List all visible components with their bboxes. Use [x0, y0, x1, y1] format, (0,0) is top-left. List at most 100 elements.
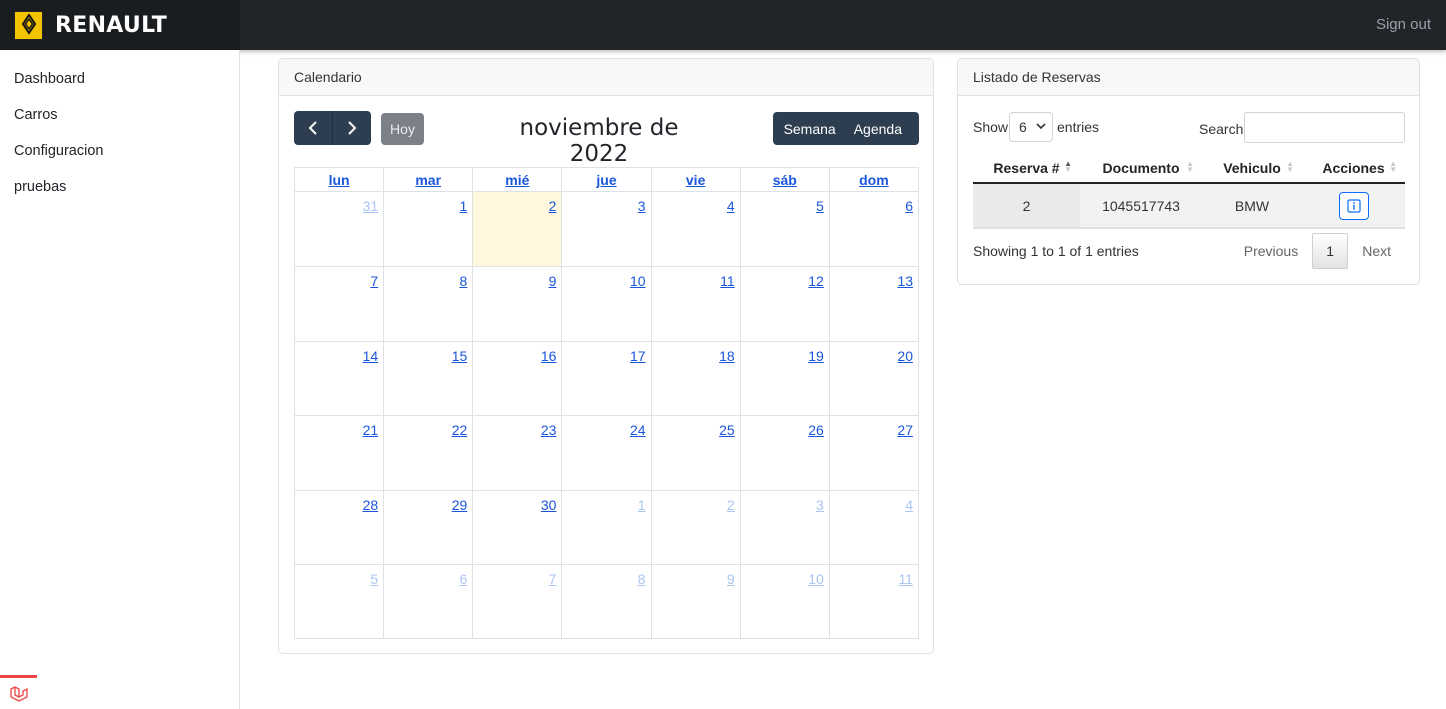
calendar-day-cell[interactable]: 16 [472, 341, 561, 416]
calendar-day-cell[interactable]: 20 [828, 341, 918, 416]
weekday-fri[interactable]: vie [650, 168, 740, 191]
calendar-day-cell[interactable]: 4 [650, 192, 740, 267]
calendar-day-cell[interactable]: 1 [561, 490, 650, 564]
calendar-day-number[interactable]: 26 [808, 422, 824, 438]
calendar-day-number[interactable]: 28 [363, 497, 379, 513]
calendar-day-number[interactable]: 27 [897, 422, 913, 438]
calendar-day-cell[interactable]: 9 [472, 267, 561, 341]
brand[interactable]: RENAULT [0, 0, 240, 50]
calendar-day-number[interactable]: 4 [905, 497, 913, 513]
weekday-sun[interactable]: dom [828, 168, 918, 191]
calendar-day-number[interactable]: 18 [719, 348, 735, 364]
calendar-day-number[interactable]: 31 [363, 198, 379, 214]
calendar-day-cell[interactable]: 26 [739, 416, 829, 490]
calendar-day-cell[interactable]: 10 [739, 564, 829, 639]
column-header-vehiculo[interactable]: Vehiculo ▲ ▼ [1202, 153, 1302, 184]
calendar-day-number[interactable]: 10 [808, 571, 824, 587]
agenda-view-button[interactable]: Agenda [845, 121, 911, 137]
calendar-day-number[interactable]: 12 [808, 273, 824, 289]
calendar-day-cell[interactable]: 19 [739, 341, 829, 416]
calendar-day-number[interactable]: 6 [905, 198, 913, 214]
calendar-day-number[interactable]: 9 [727, 571, 735, 587]
calendar-day-cell[interactable]: 17 [561, 341, 650, 416]
sidebar-item-carros[interactable]: Carros [0, 100, 239, 136]
calendar-day-cell[interactable]: 27 [828, 416, 918, 490]
calendar-day-cell[interactable]: 3 [561, 192, 650, 267]
laravel-icon[interactable] [0, 675, 37, 709]
calendar-day-cell[interactable]: 6 [383, 564, 472, 639]
calendar-day-cell[interactable]: 8 [561, 564, 650, 639]
calendar-day-number[interactable]: 30 [541, 497, 557, 513]
calendar-day-number[interactable]: 21 [363, 422, 379, 438]
calendar-day-cell[interactable]: 6 [828, 192, 918, 267]
calendar-day-number[interactable]: 16 [541, 348, 557, 364]
weekday-wed[interactable]: mié [472, 168, 561, 191]
weekday-sat[interactable]: sáb [739, 168, 829, 191]
calendar-day-number[interactable]: 8 [638, 571, 646, 587]
calendar-day-number[interactable]: 19 [808, 348, 824, 364]
info-button[interactable] [1338, 191, 1369, 220]
weekday-thu[interactable]: jue [561, 168, 650, 191]
prev-month-button[interactable] [294, 111, 332, 145]
calendar-day-cell[interactable]: 3 [739, 490, 829, 564]
sidebar-item-configuracion[interactable]: Configuracion [0, 136, 239, 172]
calendar-day-number[interactable]: 5 [816, 198, 824, 214]
calendar-day-cell[interactable]: 7 [472, 564, 561, 639]
column-header-reserva[interactable]: Reserva # ▲ ▼ [973, 153, 1080, 184]
calendar-day-cell[interactable]: 14 [295, 342, 383, 415]
calendar-day-today[interactable]: 2 [472, 192, 562, 267]
column-header-documento[interactable]: Documento ▲ ▼ [1080, 153, 1202, 184]
calendar-day-number[interactable]: 2 [549, 198, 557, 214]
sidebar-item-pruebas[interactable]: pruebas [0, 172, 239, 208]
calendar-day-cell[interactable]: 12 [739, 267, 829, 341]
calendar-day-cell[interactable]: 24 [561, 416, 650, 490]
calendar-day-number[interactable]: 2 [727, 497, 735, 513]
calendar-day-cell[interactable]: 7 [295, 267, 383, 340]
calendar-day-number[interactable]: 10 [630, 273, 646, 289]
calendar-day-number[interactable]: 6 [459, 571, 467, 587]
calendar-day-number[interactable]: 20 [897, 348, 913, 364]
calendar-day-cell[interactable]: 2 [650, 490, 740, 564]
calendar-day-number[interactable]: 11 [898, 571, 913, 587]
calendar-day-cell[interactable]: 5 [295, 565, 383, 638]
calendar-day-cell[interactable]: 8 [383, 267, 472, 341]
calendar-day-cell[interactable]: 11 [828, 564, 918, 639]
calendar-day-cell[interactable]: 10 [561, 267, 650, 341]
calendar-day-number[interactable]: 11 [720, 273, 735, 289]
calendar-day-number[interactable]: 9 [549, 273, 557, 289]
calendar-day-cell[interactable]: 25 [650, 416, 740, 490]
calendar-day-cell[interactable]: 1 [383, 192, 472, 267]
calendar-day-number[interactable]: 14 [363, 348, 379, 364]
next-month-button[interactable] [332, 111, 370, 145]
calendar-day-cell[interactable]: 23 [472, 416, 561, 490]
page-1-button[interactable]: 1 [1312, 233, 1349, 269]
week-view-button[interactable]: Semana [775, 121, 845, 137]
calendar-day-cell[interactable]: 18 [650, 341, 740, 416]
today-button[interactable]: Hoy [381, 113, 424, 145]
calendar-day-number[interactable]: 25 [719, 422, 735, 438]
calendar-day-number[interactable]: 3 [638, 198, 646, 214]
calendar-day-number[interactable]: 24 [630, 422, 646, 438]
column-header-acciones[interactable]: Acciones ▲ ▼ [1302, 153, 1405, 184]
calendar-day-number[interactable]: 4 [727, 198, 735, 214]
calendar-day-cell[interactable]: 28 [295, 491, 383, 564]
calendar-day-number[interactable]: 15 [452, 348, 468, 364]
previous-page-button[interactable]: Previous [1230, 233, 1312, 269]
calendar-day-cell[interactable]: 22 [383, 416, 472, 490]
calendar-day-cell[interactable]: 29 [383, 490, 472, 564]
calendar-day-cell[interactable]: 31 [295, 192, 383, 266]
calendar-day-number[interactable]: 8 [459, 273, 467, 289]
calendar-day-number[interactable]: 7 [549, 571, 557, 587]
calendar-day-number[interactable]: 13 [897, 273, 913, 289]
calendar-day-number[interactable]: 5 [370, 571, 378, 587]
calendar-day-number[interactable]: 1 [638, 497, 646, 513]
next-page-button[interactable]: Next [1348, 233, 1405, 269]
calendar-day-number[interactable]: 3 [816, 497, 824, 513]
calendar-day-cell[interactable]: 30 [472, 490, 561, 564]
calendar-day-cell[interactable]: 9 [650, 564, 740, 639]
calendar-day-number[interactable]: 7 [370, 273, 378, 289]
sign-out-link[interactable]: Sign out [1376, 16, 1431, 33]
calendar-day-cell[interactable]: 11 [650, 267, 740, 341]
calendar-day-cell[interactable]: 4 [828, 490, 918, 564]
calendar-day-cell[interactable]: 13 [828, 267, 918, 341]
